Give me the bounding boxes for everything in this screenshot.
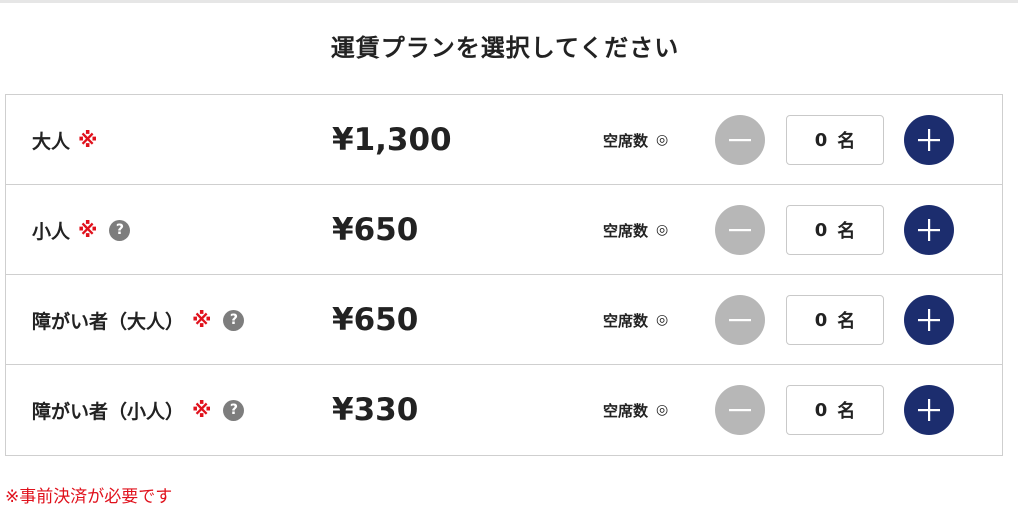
fare-price: ¥1,300 — [332, 122, 452, 158]
quantity-unit: 名 — [837, 311, 856, 332]
increase-button[interactable] — [904, 385, 954, 435]
fare-name-label: 小人 — [32, 220, 71, 243]
required-mark: ※ — [192, 308, 212, 332]
required-mark: ※ — [78, 218, 98, 242]
fare-name: 障がい者（小人） ※ ? — [32, 365, 245, 455]
question-circle-icon[interactable]: ? — [223, 309, 245, 331]
plus-icon — [918, 399, 940, 421]
fare-price: ¥330 — [332, 392, 419, 428]
minus-icon — [729, 319, 751, 322]
seat-availability-label: 空席数 — [603, 311, 649, 330]
minus-icon — [729, 229, 751, 232]
fare-row-disabled-child: 障がい者（小人） ※ ? ¥330 空席数 ◎ 0 名 — [6, 365, 1002, 455]
fare-name-label: 障がい者（大人） — [32, 310, 185, 333]
quantity-display: 0 名 — [786, 205, 884, 255]
fare-price: ¥650 — [332, 302, 419, 338]
minus-icon — [729, 139, 751, 142]
quantity-value: 0 — [814, 219, 828, 241]
fare-name: 小人 ※ ? — [32, 185, 131, 275]
quantity-display: 0 名 — [786, 385, 884, 435]
seat-availability-label: 空席数 — [603, 131, 649, 150]
quantity-value: 0 — [814, 399, 828, 421]
fare-name: 大人 ※ — [32, 95, 97, 185]
top-divider — [0, 0, 1018, 3]
prepayment-note: ※事前決済が必要です — [5, 487, 173, 507]
required-mark: ※ — [78, 128, 98, 152]
quantity-unit: 名 — [837, 131, 856, 152]
question-circle-icon[interactable]: ? — [223, 399, 245, 421]
seat-availability: 空席数 ◎ — [603, 365, 668, 455]
quantity-value: 0 — [814, 309, 828, 331]
fare-name: 障がい者（大人） ※ ? — [32, 275, 245, 365]
seat-availability: 空席数 ◎ — [603, 95, 668, 185]
seat-availability-status: ◎ — [656, 132, 669, 148]
quantity-unit: 名 — [837, 401, 856, 422]
fare-row-child: 小人 ※ ? ¥650 空席数 ◎ 0 名 — [6, 185, 1002, 275]
quantity-unit: 名 — [837, 221, 856, 242]
fare-plan-table: 大人 ※ ¥1,300 空席数 ◎ 0 名 小人 ※ ? ¥650 空席数 ◎ — [5, 94, 1003, 456]
quantity-display: 0 名 — [786, 115, 884, 165]
page-title: 運賃プランを選択してください — [330, 34, 680, 62]
seat-availability: 空席数 ◎ — [603, 275, 668, 365]
decrease-button[interactable] — [715, 385, 765, 435]
increase-button[interactable] — [904, 115, 954, 165]
seat-availability-label: 空席数 — [603, 221, 649, 240]
seat-availability-status: ◎ — [656, 312, 669, 328]
plus-icon — [918, 309, 940, 331]
fare-row-adult: 大人 ※ ¥1,300 空席数 ◎ 0 名 — [6, 95, 1002, 185]
quantity-display: 0 名 — [786, 295, 884, 345]
plus-icon — [918, 129, 940, 151]
increase-button[interactable] — [904, 295, 954, 345]
required-mark: ※ — [192, 398, 212, 422]
decrease-button[interactable] — [715, 295, 765, 345]
increase-button[interactable] — [904, 205, 954, 255]
minus-icon — [729, 409, 751, 412]
seat-availability-label: 空席数 — [603, 401, 649, 420]
quantity-value: 0 — [814, 129, 828, 151]
fare-row-disabled-adult: 障がい者（大人） ※ ? ¥650 空席数 ◎ 0 名 — [6, 275, 1002, 365]
seat-availability-status: ◎ — [656, 402, 669, 418]
fare-name-label: 障がい者（小人） — [32, 400, 185, 423]
decrease-button[interactable] — [715, 205, 765, 255]
fare-price: ¥650 — [332, 212, 419, 248]
seat-availability-status: ◎ — [656, 222, 669, 238]
fare-name-label: 大人 — [32, 130, 71, 153]
decrease-button[interactable] — [715, 115, 765, 165]
question-circle-icon[interactable]: ? — [109, 219, 131, 241]
plus-icon — [918, 219, 940, 241]
seat-availability: 空席数 ◎ — [603, 185, 668, 275]
